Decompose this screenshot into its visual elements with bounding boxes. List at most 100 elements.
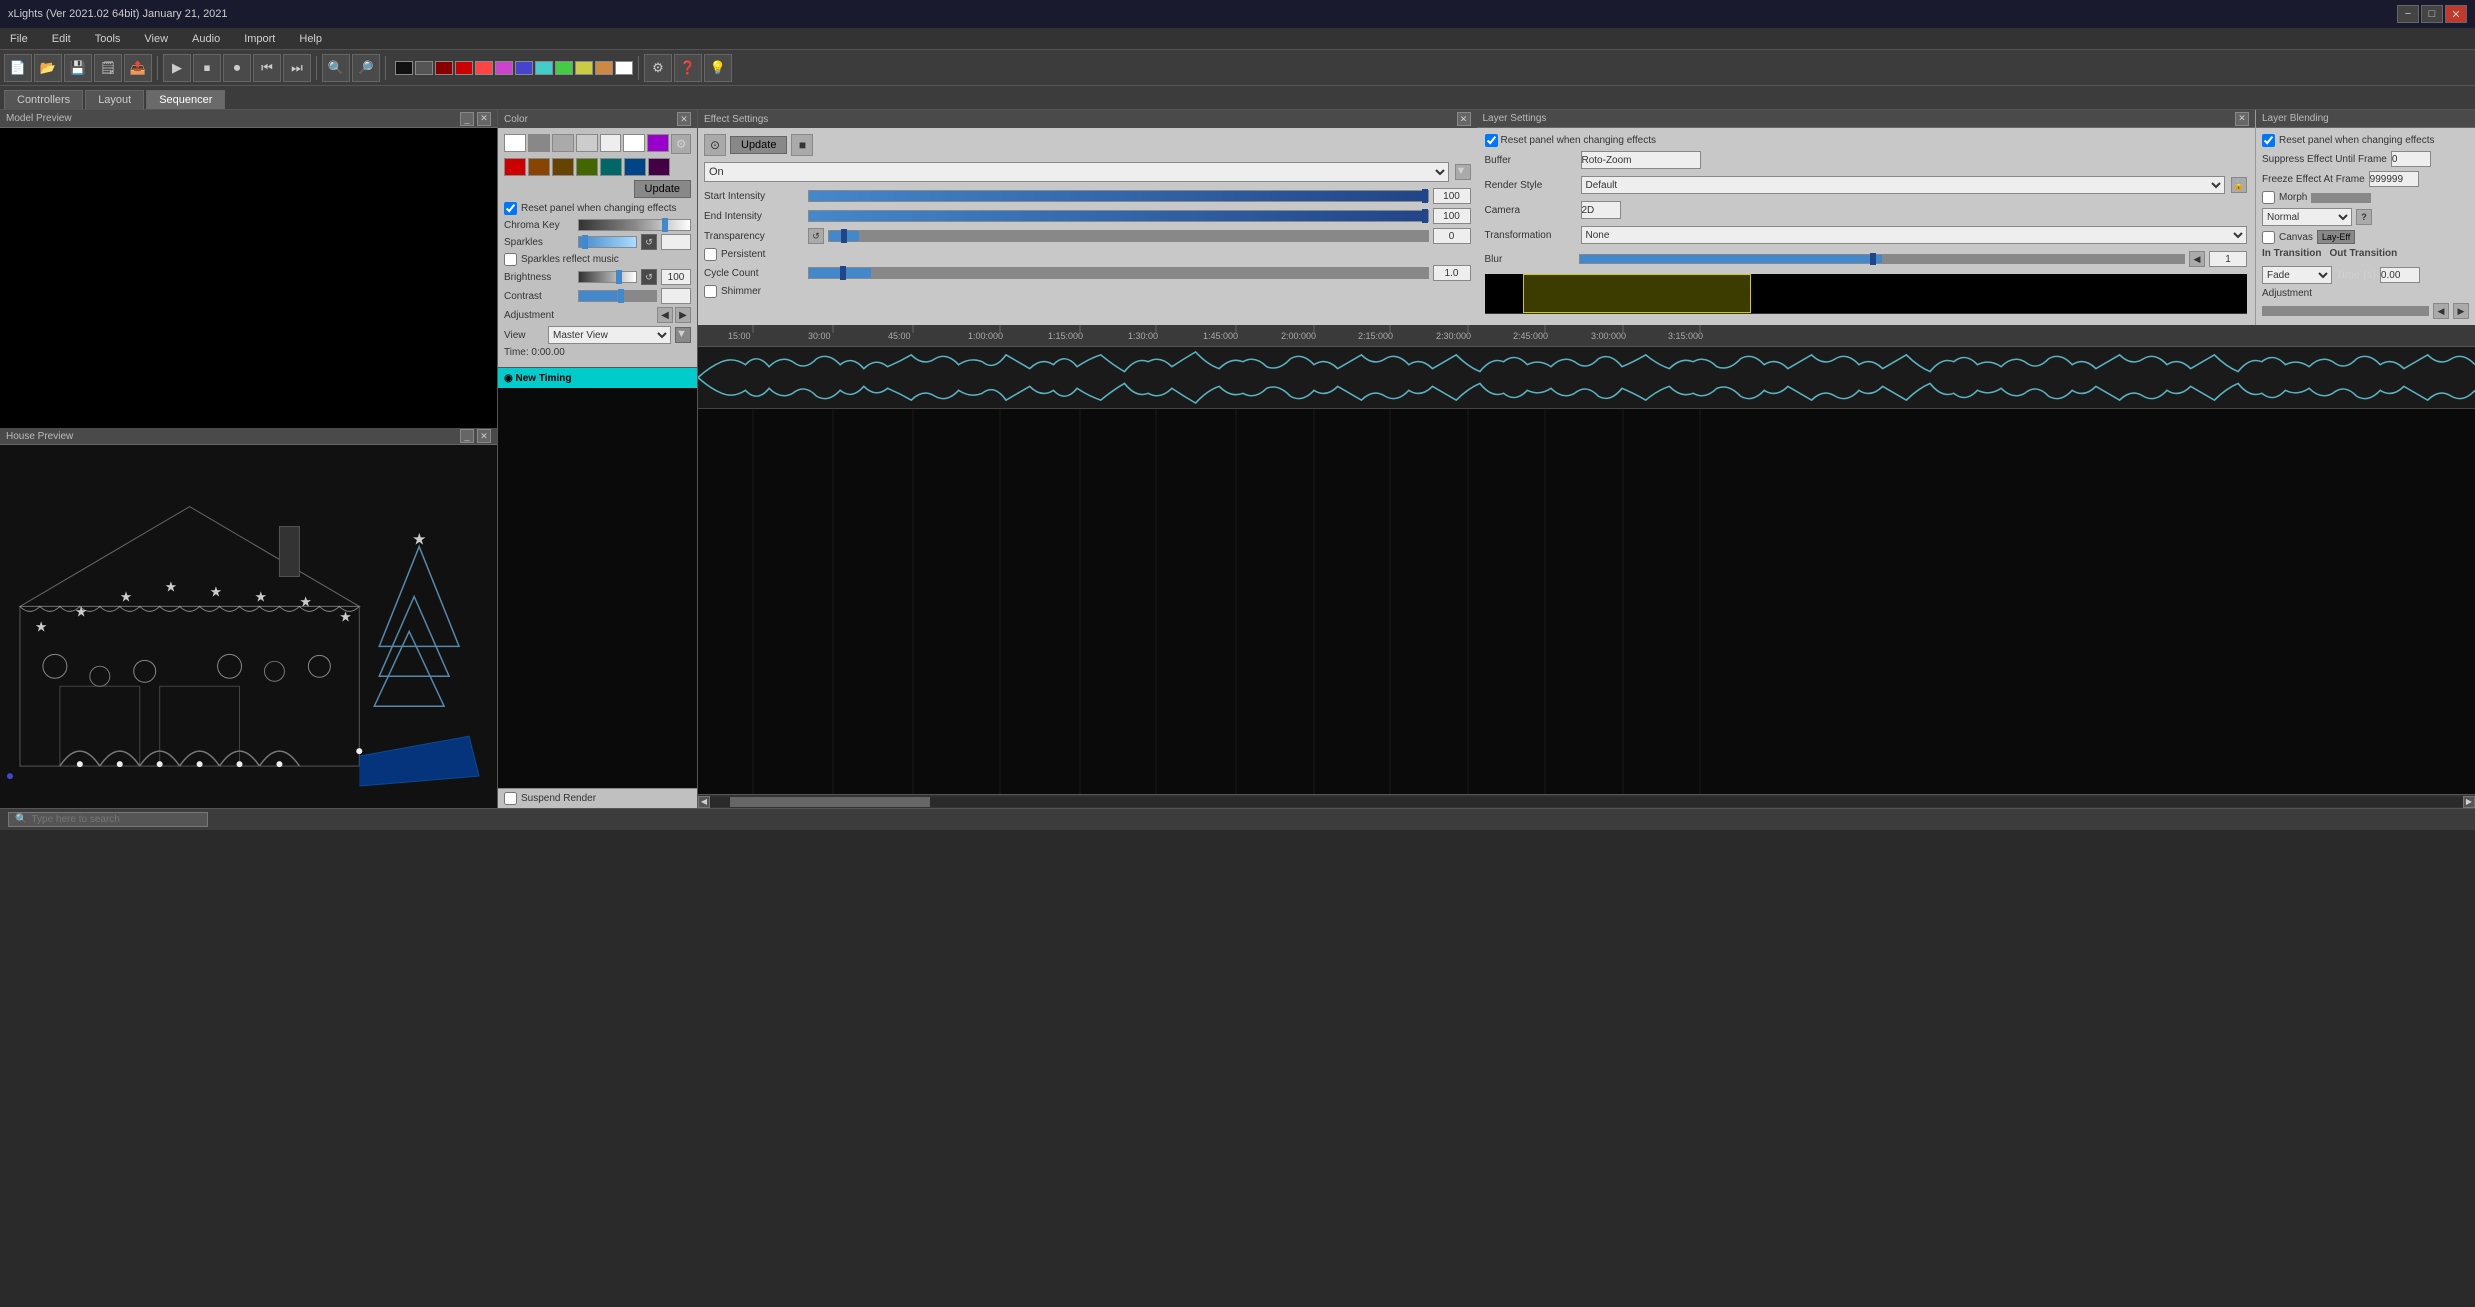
swatch-yellow[interactable] — [575, 61, 593, 75]
color-reset-checkbox[interactable] — [504, 202, 517, 215]
render-style-lock[interactable]: 🔒 — [2231, 177, 2247, 193]
blur-back-btn[interactable]: ◀ — [2189, 251, 2205, 267]
swatch-black[interactable] — [395, 61, 413, 75]
lb-canvas-checkbox[interactable] — [2262, 231, 2275, 244]
maximize-button[interactable]: □ — [2421, 5, 2443, 23]
color-update-button[interactable]: Update — [634, 180, 691, 198]
brightness-reset-button[interactable]: ↺ — [641, 269, 657, 285]
swatch-green[interactable] — [555, 61, 573, 75]
end-intensity-value[interactable] — [1433, 208, 1471, 224]
view-select[interactable]: Master View — [548, 326, 671, 344]
menu-view[interactable]: View — [138, 31, 174, 47]
record-button[interactable]: ⏺ — [223, 54, 251, 82]
color-swatch-white2[interactable] — [623, 134, 645, 152]
adjustment-right-arrow[interactable]: ▶ — [675, 307, 691, 323]
brightness-value[interactable] — [661, 269, 691, 285]
menu-edit[interactable]: Edit — [46, 31, 77, 47]
transparency-value[interactable] — [1433, 228, 1471, 244]
suspend-render-checkbox[interactable] — [504, 792, 517, 805]
help-button[interactable]: ❓ — [674, 54, 702, 82]
swatch-lightred[interactable] — [475, 61, 493, 75]
open-button[interactable]: 📂 — [34, 54, 62, 82]
transparency-icon[interactable]: ↺ — [808, 228, 824, 244]
lb-time-input[interactable] — [2380, 267, 2420, 283]
lb-normal-select[interactable]: Normal — [2262, 208, 2352, 226]
skip-end-button[interactable]: ⏭ — [283, 54, 311, 82]
color-swatch-gray3[interactable] — [576, 134, 598, 152]
play-button[interactable]: ▶ — [163, 54, 191, 82]
menu-audio[interactable]: Audio — [186, 31, 226, 47]
layer-settings-close[interactable]: ✕ — [2235, 112, 2249, 126]
lb-adj-slider[interactable] — [2262, 306, 2429, 316]
color-swatch-violet[interactable] — [647, 134, 669, 152]
swatch-red[interactable] — [455, 61, 473, 75]
color-swatch-darkpurple[interactable] — [648, 158, 670, 176]
scroll-right-button[interactable]: ▶ — [2463, 796, 2475, 808]
tab-layout[interactable]: Layout — [85, 90, 144, 109]
effect-on-dropdown[interactable]: ▼ — [1455, 164, 1471, 180]
tab-sequencer[interactable]: Sequencer — [146, 90, 225, 109]
effect-on-select[interactable]: On — [704, 162, 1449, 182]
chroma-key-slider[interactable] — [578, 219, 691, 231]
lb-suppress-input[interactable] — [2391, 151, 2431, 167]
sparkles-reflect-checkbox[interactable] — [504, 253, 517, 266]
bulb-button[interactable]: 💡 — [704, 54, 732, 82]
tab-controllers[interactable]: Controllers — [4, 90, 83, 109]
swatch-orange[interactable] — [595, 61, 613, 75]
new-timing-bar[interactable]: ◉ New Timing — [498, 368, 697, 388]
skip-start-button[interactable]: ⏮ — [253, 54, 281, 82]
persistent-checkbox[interactable] — [704, 248, 717, 261]
lb-help-button[interactable]: ? — [2356, 209, 2372, 225]
search-input[interactable] — [31, 814, 191, 825]
end-intensity-slider[interactable] — [808, 210, 1429, 222]
adjustment-left-arrow[interactable]: ◀ — [657, 307, 673, 323]
lb-adj-arrow-left[interactable]: ◀ — [2433, 303, 2449, 319]
shimmer-checkbox[interactable] — [704, 285, 717, 298]
blur-value[interactable] — [2209, 251, 2247, 267]
menu-tools[interactable]: Tools — [89, 31, 127, 47]
start-intensity-slider[interactable] — [808, 190, 1429, 202]
menu-import[interactable]: Import — [238, 31, 281, 47]
lb-reset-checkbox[interactable] — [2262, 134, 2275, 147]
cycle-count-slider[interactable] — [808, 267, 1429, 279]
buffer-input[interactable] — [1581, 151, 1701, 169]
minimize-button[interactable]: − — [2397, 5, 2419, 23]
contrast-slider[interactable] — [578, 290, 657, 302]
lb-adj-arrow-right[interactable]: ▶ — [2453, 303, 2469, 319]
lb-morph-checkbox[interactable] — [2262, 191, 2275, 204]
layer-reset-checkbox[interactable] — [1485, 134, 1498, 147]
color-swatch-white[interactable] — [504, 134, 526, 152]
cycle-count-value[interactable] — [1433, 265, 1471, 281]
new-button[interactable]: 📄 — [4, 54, 32, 82]
color-swatch-brown[interactable] — [528, 158, 550, 176]
color-panel-close[interactable]: ✕ — [677, 112, 691, 126]
contrast-value[interactable] — [661, 288, 691, 304]
sparkles-value[interactable] — [661, 234, 691, 250]
zoom-in-button[interactable]: 🔍 — [322, 54, 350, 82]
model-preview-minimize[interactable]: _ — [460, 112, 474, 126]
swatch-darkred[interactable] — [435, 61, 453, 75]
zoom-out-button[interactable]: 🔎 — [352, 54, 380, 82]
color-swatch-gray2[interactable] — [552, 134, 574, 152]
settings-button[interactable]: ⚙ — [644, 54, 672, 82]
color-gear-button[interactable]: ⚙ — [671, 134, 691, 154]
swatch-blue[interactable] — [515, 61, 533, 75]
lb-morph-slider[interactable] — [2311, 193, 2371, 203]
scroll-thumb[interactable] — [730, 797, 930, 807]
effect-update-button[interactable]: Update — [730, 136, 787, 154]
menu-help[interactable]: Help — [293, 31, 328, 47]
sparkles-reset-button[interactable]: ↺ — [641, 234, 657, 250]
house-preview-minimize[interactable]: _ — [460, 429, 474, 443]
sparkles-slider[interactable] — [578, 236, 637, 248]
save-button[interactable]: 💾 — [64, 54, 92, 82]
save-as-button[interactable]: 🗒 — [94, 54, 122, 82]
camera-input[interactable] — [1581, 201, 1621, 219]
model-preview-close[interactable]: ✕ — [477, 112, 491, 126]
lb-freeze-input[interactable] — [2369, 171, 2419, 187]
blur-slider[interactable] — [1579, 254, 2186, 264]
house-preview-close[interactable]: ✕ — [477, 429, 491, 443]
color-swatch-navy[interactable] — [624, 158, 646, 176]
start-intensity-value[interactable] — [1433, 188, 1471, 204]
transparency-slider[interactable] — [828, 230, 1429, 242]
color-swatch-darkbrown[interactable] — [552, 158, 574, 176]
